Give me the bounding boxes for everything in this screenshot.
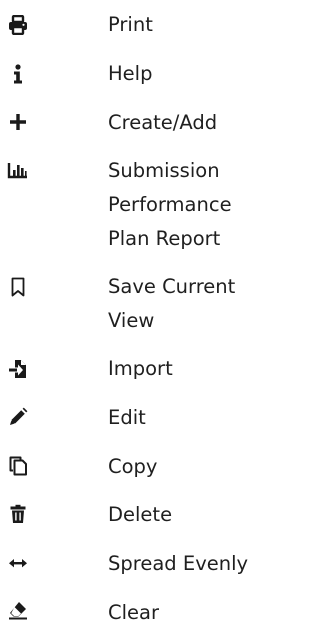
legend-item-label: Import xyxy=(108,357,173,380)
plus-icon xyxy=(7,111,29,133)
legend-item-label: Clear xyxy=(108,601,159,624)
legend-item-label: Delete xyxy=(108,503,173,526)
eraser-icon xyxy=(7,599,29,621)
legend-item-copy: Copy xyxy=(0,450,277,484)
legend-item-label: Edit xyxy=(108,406,146,429)
legend-item-label: Create/Add xyxy=(108,111,218,134)
bookmark-icon xyxy=(7,276,29,298)
legend-item-submission-performance-plan-report: Submission Performance Plan Report xyxy=(0,154,277,256)
legend-item-label: Print xyxy=(108,13,153,36)
legend-item-label: Copy xyxy=(108,455,158,478)
legend-item-print: Print xyxy=(0,8,277,42)
info-icon xyxy=(7,63,29,85)
legend-item-spread-evenly: Spread Evenly xyxy=(0,547,277,581)
pencil-icon xyxy=(7,406,29,428)
bar-chart-icon xyxy=(7,159,29,181)
legend-item-save-current-view: Save Current View xyxy=(0,270,277,338)
arrows-horizontal-icon xyxy=(7,552,29,574)
legend-item-create-add: Create/Add xyxy=(0,106,277,140)
print-icon xyxy=(7,14,29,36)
legend-item-import: Import xyxy=(0,352,277,386)
trash-icon xyxy=(7,503,29,525)
legend-item-label: Spread Evenly xyxy=(108,552,249,575)
legend-item-label: Submission Performance Plan Report xyxy=(108,159,232,250)
legend-item-label: Save Current View xyxy=(108,275,236,332)
legend-item-delete: Delete xyxy=(0,498,277,532)
legend-item-edit: Edit xyxy=(0,401,277,435)
copy-icon xyxy=(7,455,29,477)
import-icon xyxy=(7,358,29,380)
legend-item-help: Help xyxy=(0,57,277,91)
icon-legend: Print Help Create/Add Submission Perform… xyxy=(0,0,277,633)
legend-item-clear: Clear xyxy=(0,596,277,630)
legend-item-label: Help xyxy=(108,62,153,85)
